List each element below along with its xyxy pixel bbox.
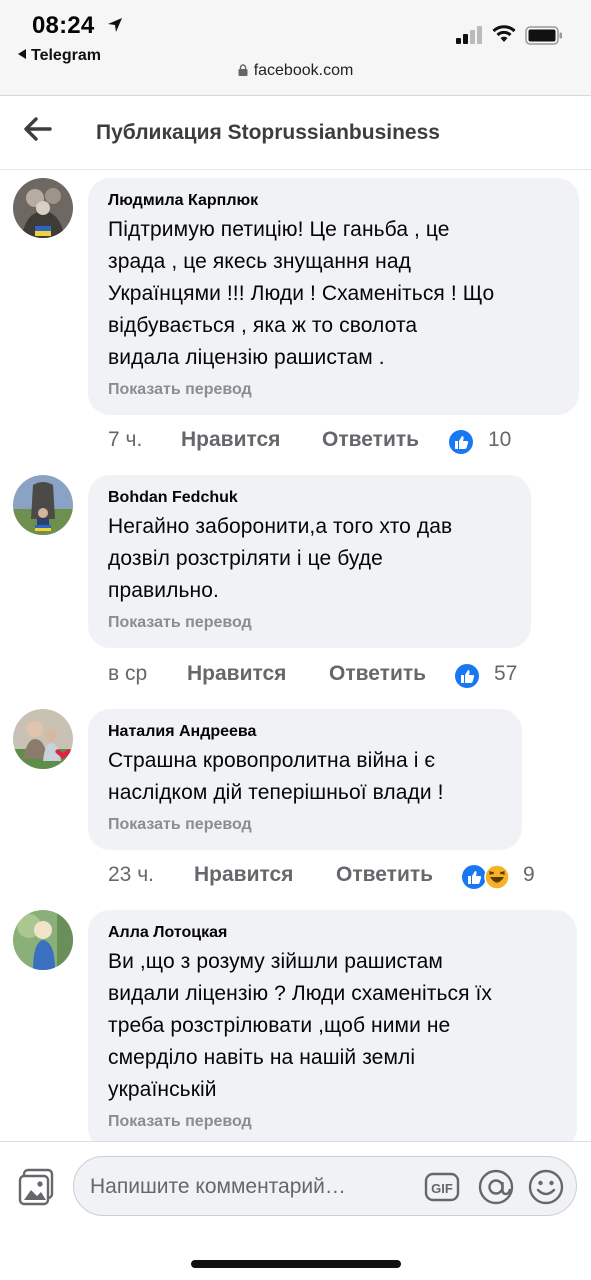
comment-input-placeholder: Напишите комментарий… [90, 1175, 346, 1198]
show-translation-link[interactable]: Показать перевод [108, 813, 502, 837]
comment-text: Страшна кровопролитна війна і є наслідко… [108, 745, 502, 809]
status-bar: 08:24 Telegram facebook.com [0, 0, 591, 96]
comment-line: видала ліцензію рашистам . [108, 346, 385, 369]
comment-text: Негайно заборонити,а того хто дав дозвіл… [108, 511, 511, 607]
reply-button[interactable]: Ответить [322, 428, 419, 452]
comment-author[interactable]: Bohdan Fedchuk [108, 489, 511, 507]
lock-icon [238, 64, 248, 76]
comment-line: відбувається , яка ж то сволота [108, 314, 418, 337]
svg-text:GIF: GIF [431, 1181, 453, 1196]
location-arrow-icon [108, 18, 122, 32]
show-translation-link[interactable]: Показать перевод [108, 378, 559, 402]
url-text: facebook.com [253, 62, 354, 79]
home-indicator[interactable] [191, 1260, 401, 1268]
comment-input[interactable]: Напишите комментарий… GIF [73, 1156, 577, 1216]
comment-author[interactable]: Алла Лотоцкая [108, 924, 557, 942]
avatar[interactable] [13, 178, 73, 238]
comment-line: Ви ,що з розуму зійшли рашистам [108, 950, 443, 973]
comment-time: в ср [108, 662, 148, 685]
reply-button[interactable]: Ответить [329, 662, 426, 686]
comment-line: наслідком дій теперішньої влади ! [108, 781, 444, 804]
comment-line: треба розстрілювати ,щоб ними не [108, 1014, 451, 1037]
show-translation-link[interactable]: Показать перевод [108, 1110, 557, 1134]
comment-author[interactable]: Людмила Карплюк [108, 192, 559, 210]
comment-line: Підтримую петицію! Це ганьба , це [108, 218, 450, 241]
like-button[interactable]: Нравится [181, 428, 280, 452]
comment-author[interactable]: Наталия Андреева [108, 723, 502, 741]
comment-bubble: Bohdan Fedchuk Негайно заборонити,а того… [88, 475, 531, 648]
reaction-count[interactable]: 10 [488, 428, 511, 452]
cellular-signal-icon [456, 26, 482, 44]
comment-line: видали ліцензію ? Люди схаменіться їх [108, 982, 493, 1005]
at-sign-icon[interactable] [478, 1169, 514, 1205]
battery-icon [525, 26, 562, 45]
like-button[interactable]: Нравится [194, 863, 293, 887]
comment-time: 7 ч. [108, 428, 143, 451]
comment-line: Негайно заборонити,а того хто дав [108, 515, 453, 538]
photo-icon[interactable] [18, 1168, 56, 1206]
clock: 08:24 [32, 12, 95, 39]
avatar[interactable] [13, 910, 73, 970]
like-button[interactable]: Нравится [187, 662, 286, 686]
reaction-count[interactable]: 57 [494, 662, 517, 686]
reaction-count[interactable]: 9 [523, 863, 535, 887]
like-reaction-icon[interactable] [454, 663, 480, 689]
avatar[interactable] [13, 709, 73, 769]
comment-line: смерділо навіть на нашій землі [108, 1046, 416, 1069]
comment-line: дозвіл розстріляти і це буде [108, 547, 383, 570]
comment-line: правильно. [108, 579, 219, 602]
comment-bubble: Наталия Андреева Страшна кровопролитна в… [88, 709, 522, 850]
wifi-icon [492, 25, 516, 42]
smiley-icon[interactable] [528, 1169, 564, 1205]
comment-line: українській [108, 1078, 217, 1101]
comment-line: Українцями !!! Люди ! Схаменіться ! Що [108, 282, 495, 305]
show-translation-link[interactable]: Показать перевод [108, 611, 511, 635]
reply-button[interactable]: Ответить [336, 863, 433, 887]
comment-time: 23 ч. [108, 863, 154, 886]
post-header: Публикация Stoprussianbusiness [0, 96, 591, 170]
gif-icon[interactable]: GIF [424, 1169, 460, 1205]
comment-bubble: Людмила Карплюк Підтримую петицію! Це га… [88, 178, 579, 415]
comment-line: зрада , це якесь знущання над [108, 250, 411, 273]
comment-text: Підтримую петицію! Це ганьба , це зрада … [108, 214, 559, 374]
arrow-left-icon[interactable] [22, 116, 52, 142]
comment-bubble: Алла Лотоцкая Ви ,що з розуму зійшли раш… [88, 910, 577, 1150]
page-title: Публикация Stoprussianbusiness [96, 121, 440, 144]
comment-line: Страшна кровопролитна війна і є [108, 749, 436, 772]
comment-text: Ви ,що з розуму зійшли рашистам видали л… [108, 946, 557, 1106]
comment-composer: Напишите комментарий… GIF [0, 1141, 591, 1280]
url-bar[interactable]: facebook.com [0, 62, 591, 80]
avatar[interactable] [13, 475, 73, 535]
haha-reaction-icon[interactable] [484, 864, 510, 890]
back-triangle-icon [18, 49, 26, 59]
like-reaction-icon[interactable] [448, 429, 474, 455]
